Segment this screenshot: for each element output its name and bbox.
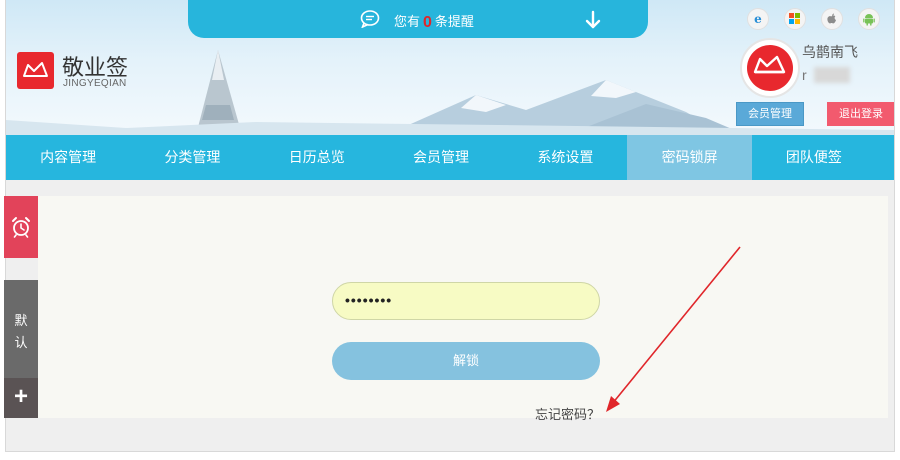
- nav-item-settings[interactable]: 系统设置: [503, 135, 627, 180]
- nav-item-team-notes[interactable]: 团队便签: [752, 135, 876, 180]
- nav-item-calendar[interactable]: 日历总览: [255, 135, 379, 180]
- sidebar-category-default[interactable]: 默认: [4, 280, 38, 378]
- user-id-redacted: [814, 67, 850, 83]
- avatar[interactable]: [740, 38, 800, 98]
- forgot-password-link[interactable]: 忘记密码？: [535, 404, 600, 423]
- nav-item-password-lock[interactable]: 密码锁屏: [627, 135, 752, 180]
- brand-subtitle: JINGYEQIAN: [63, 78, 127, 89]
- unlock-button[interactable]: 解锁: [332, 342, 600, 380]
- plus-icon: +: [13, 383, 28, 410]
- user-name: 乌鹊南飞: [802, 44, 858, 60]
- reminder-count: 0: [423, 14, 432, 31]
- nav-item-content[interactable]: 内容管理: [6, 135, 130, 180]
- main-nav: 内容管理 分类管理 日历总览 会员管理 系统设置 密码锁屏 团队便签: [6, 135, 894, 180]
- password-input[interactable]: ••••••••: [332, 282, 600, 320]
- reminder-prefix: 您有: [394, 14, 421, 29]
- reminder-suffix: 条提醒: [434, 14, 474, 29]
- sidebar-reminder-button[interactable]: [4, 196, 38, 258]
- arrow-down-icon[interactable]: [584, 10, 602, 30]
- member-management-button[interactable]: 会员管理: [736, 102, 804, 126]
- nav-item-member[interactable]: 会员管理: [379, 135, 503, 180]
- alarm-clock-icon: [12, 217, 30, 238]
- sidebar-category-label: 默认: [14, 313, 28, 350]
- reminder-bar[interactable]: 您有 0 条提醒: [188, 0, 648, 38]
- header: 您有 0 条提醒 敬业签 JINGYEQIAN e 乌鹊南飞 r 会员管理 退出…: [6, 0, 894, 135]
- nav-item-category[interactable]: 分类管理: [130, 135, 254, 180]
- apple-icon[interactable]: [821, 8, 843, 30]
- ie-icon[interactable]: e: [747, 8, 769, 30]
- logo-icon[interactable]: [17, 52, 54, 89]
- reminder-text: 您有 0 条提醒: [394, 11, 474, 31]
- user-id: r: [802, 67, 807, 83]
- logout-button[interactable]: 退出登录: [827, 102, 894, 126]
- avatar-logo-icon: [753, 55, 786, 74]
- chat-bubble-icon: [360, 10, 380, 28]
- windows-icon[interactable]: [784, 8, 806, 30]
- android-icon[interactable]: [858, 8, 880, 30]
- sidebar-add-button[interactable]: +: [4, 378, 38, 418]
